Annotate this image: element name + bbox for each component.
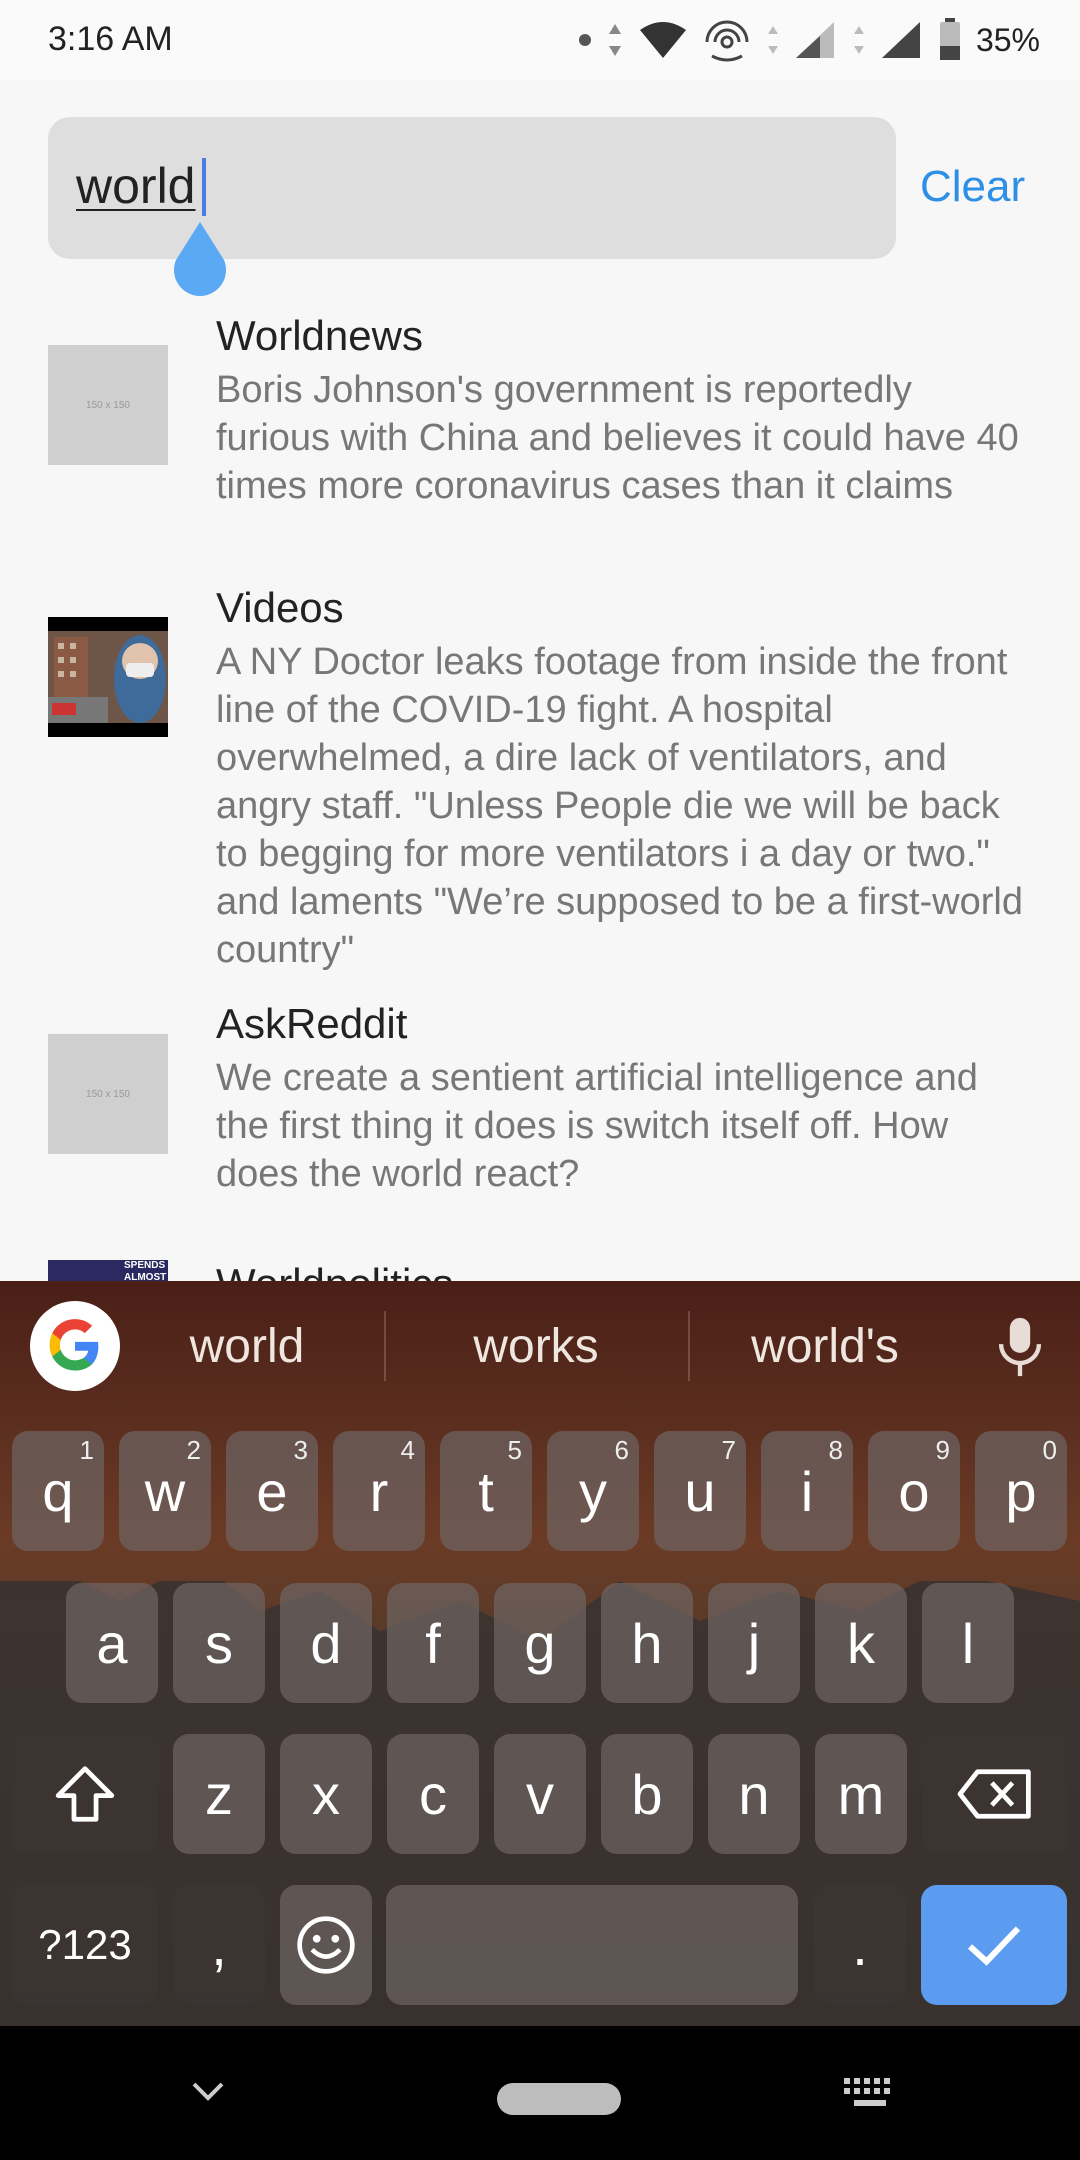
period-key[interactable]: . (814, 1885, 906, 2005)
key-e[interactable]: e3 (226, 1431, 318, 1551)
chevron-down-icon[interactable] (188, 2076, 228, 2106)
key-m[interactable]: m (815, 1734, 907, 1854)
home-button[interactable] (497, 2083, 621, 2115)
key-b[interactable]: b (601, 1734, 693, 1854)
key-u[interactable]: u7 (654, 1431, 746, 1551)
key-g[interactable]: g (494, 1583, 586, 1703)
key-f[interactable]: f (387, 1583, 479, 1703)
backspace-icon (957, 1769, 1031, 1819)
search-query: world (76, 158, 196, 214)
key-o[interactable]: o9 (868, 1431, 960, 1551)
suggestion-item[interactable]: world's (705, 1319, 945, 1374)
status-time: 3:16 AM (48, 20, 173, 58)
key-x[interactable]: x (280, 1734, 372, 1854)
battery-percentage: 35% (975, 21, 1040, 58)
data-arrows-icon (767, 26, 778, 54)
status-bar: 3:16 AM 35% (0, 0, 1080, 80)
comma-key[interactable]: , (173, 1885, 265, 2005)
key-l[interactable]: l (922, 1583, 1014, 1703)
clear-button[interactable]: Clear (920, 162, 1025, 212)
key-k[interactable]: k (815, 1583, 907, 1703)
key-z[interactable]: z (173, 1734, 265, 1854)
suggestion-item[interactable]: works (416, 1319, 656, 1374)
suggestion-item[interactable]: world (127, 1319, 367, 1374)
battery-icon (939, 18, 960, 60)
key-d[interactable]: d (280, 1583, 372, 1703)
shift-icon (55, 1766, 115, 1822)
key-w[interactable]: w2 (119, 1431, 211, 1551)
result-title: We create a sentient artificial intellig… (216, 1057, 978, 1195)
space-key[interactable] (386, 1885, 798, 2005)
microphone-icon[interactable] (990, 1315, 1050, 1379)
key-h[interactable]: h (601, 1583, 693, 1703)
key-y[interactable]: y6 (547, 1431, 639, 1551)
text-caret (202, 158, 206, 216)
wifi-icon (639, 22, 686, 58)
emoji-icon (297, 1916, 355, 1974)
status-icons: 35% (578, 14, 1040, 66)
google-logo-icon[interactable] (30, 1301, 120, 1391)
dot-icon (578, 34, 591, 46)
key-t[interactable]: t5 (440, 1431, 532, 1551)
key-r[interactable]: r4 (333, 1431, 425, 1551)
key-v[interactable]: v (494, 1734, 586, 1854)
on-screen-keyboard: world works world's q1 w2 e3 r4 t5 y6 u7… (0, 1281, 1080, 2026)
signal-icon (881, 22, 920, 58)
data-arrows-icon (853, 26, 864, 54)
backspace-key[interactable] (922, 1734, 1068, 1854)
thumbnail-placeholder: 150 x 150 (48, 1034, 168, 1154)
result-title: A NY Doctor leaks footage from inside th… (216, 641, 1023, 971)
video-thumbnail (48, 617, 168, 737)
divider (384, 1311, 386, 1381)
key-i[interactable]: i8 (761, 1431, 853, 1551)
emoji-key[interactable] (280, 1885, 372, 2005)
navigation-bar (0, 2026, 1080, 2160)
key-j[interactable]: j (708, 1583, 800, 1703)
key-q[interactable]: q1 (12, 1431, 104, 1551)
cursor-handle[interactable] (168, 222, 232, 296)
key-s[interactable]: s (173, 1583, 265, 1703)
key-p[interactable]: p0 (975, 1431, 1067, 1551)
keyboard-icon[interactable] (842, 2076, 898, 2110)
shift-key[interactable] (12, 1734, 158, 1854)
result-subreddit: Videos (216, 584, 344, 631)
result-subreddit: AskReddit (216, 1000, 408, 1047)
symbols-key[interactable]: ?123 (12, 1885, 158, 2005)
key-c[interactable]: c (387, 1734, 479, 1854)
result-title: Boris Johnson's government is reportedly… (216, 369, 1019, 507)
enter-key[interactable] (921, 1885, 1067, 2005)
result-subreddit: Worldnews (216, 312, 423, 359)
suggestion-bar: world works world's (0, 1281, 1080, 1411)
checkmark-icon (967, 1926, 1021, 1966)
data-arrows-icon (608, 24, 621, 56)
divider (688, 1311, 690, 1381)
signal-icon (795, 22, 834, 58)
key-n[interactable]: n (708, 1734, 800, 1854)
thumbnail-placeholder: 150 x 150 (48, 345, 168, 465)
hotspot-icon (705, 20, 749, 62)
key-a[interactable]: a (66, 1583, 158, 1703)
